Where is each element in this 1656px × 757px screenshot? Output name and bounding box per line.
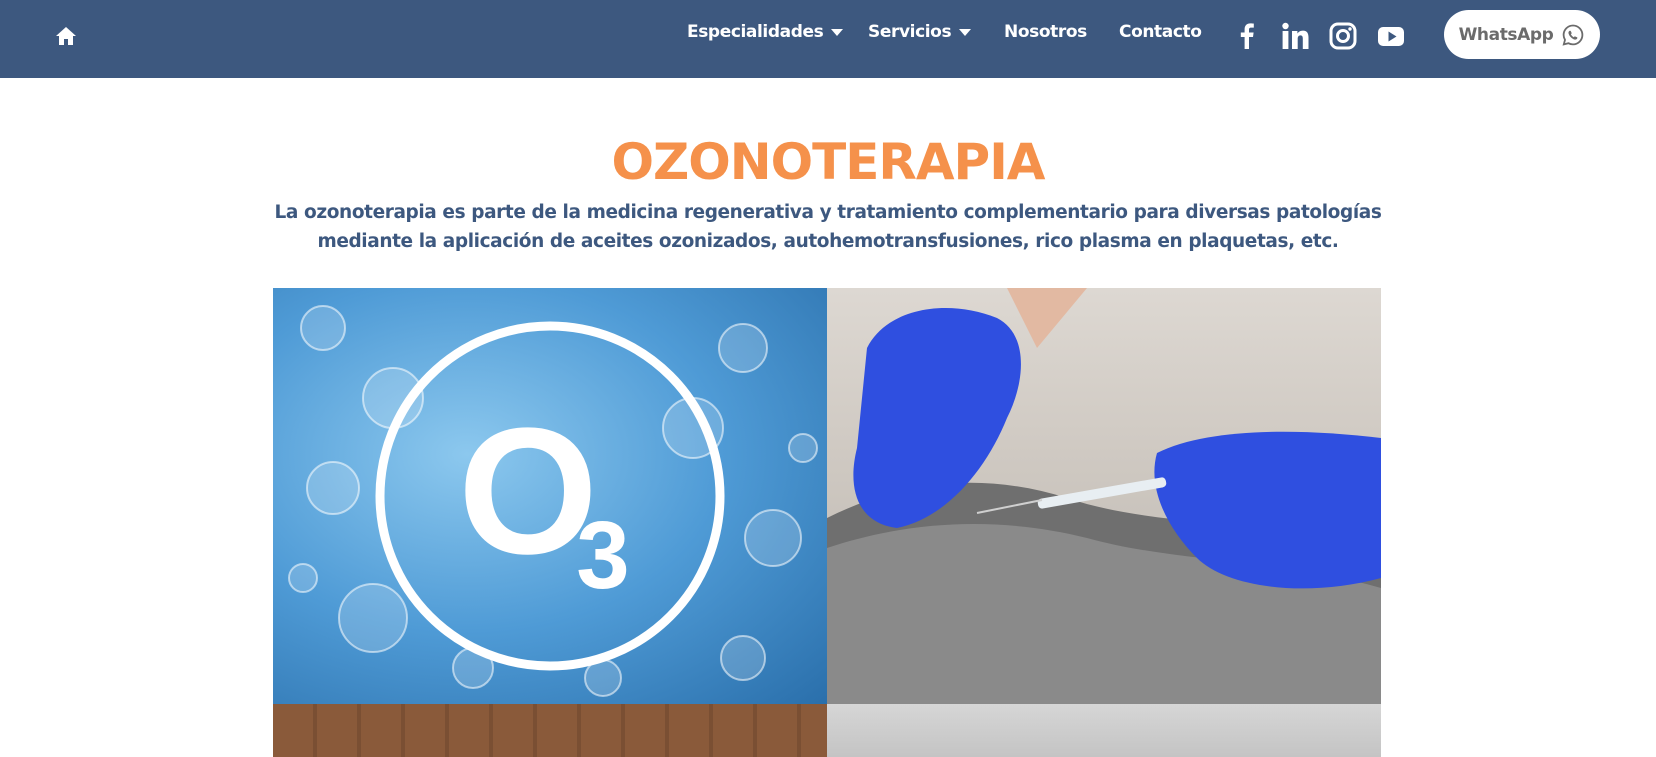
page-title: OZONOTERAPIA <box>611 133 1045 191</box>
nav-servicios-label: Servicios <box>868 22 952 42</box>
gallery-image-bottom-left <box>273 704 827 757</box>
instagram-icon <box>1329 22 1357 50</box>
facebook-link[interactable] <box>1232 21 1262 51</box>
linkedin-link[interactable] <box>1280 21 1310 51</box>
nav-nosotros[interactable]: Nosotros <box>1004 22 1087 48</box>
page-intro: La ozonoterapia es parte de la medicina … <box>274 202 1382 252</box>
gallery-image-bottom-right <box>827 704 1381 757</box>
nav-contacto[interactable]: Contacto <box>1119 22 1202 48</box>
home-icon <box>56 27 76 45</box>
nav-nosotros-label: Nosotros <box>1004 22 1087 42</box>
ozone-subscript: 3 <box>576 502 629 609</box>
vet-injection-illustration <box>827 288 1381 704</box>
youtube-icon <box>1378 27 1404 46</box>
chevron-down-icon <box>959 28 972 36</box>
chevron-down-icon <box>831 28 844 36</box>
home-link[interactable] <box>54 24 78 48</box>
linkedin-icon <box>1282 22 1309 49</box>
nav-servicios[interactable]: Servicios <box>868 22 972 48</box>
nav-especialidades-label: Especialidades <box>687 22 824 42</box>
instagram-link[interactable] <box>1328 21 1358 51</box>
nav-especialidades[interactable]: Especialidades <box>687 22 844 48</box>
whatsapp-icon <box>1562 24 1584 46</box>
ozone-image: O 3 <box>273 288 827 704</box>
whatsapp-button[interactable]: WhatsApp <box>1444 10 1600 59</box>
nav-contacto-label: Contacto <box>1119 22 1202 42</box>
top-navbar: Especialidades Servicios Nosotros Contac… <box>0 0 1656 78</box>
ozone-illustration: O 3 <box>288 305 818 697</box>
vet-injection-image <box>827 288 1381 704</box>
youtube-link[interactable] <box>1376 21 1406 51</box>
facebook-icon <box>1240 23 1254 49</box>
whatsapp-label: WhatsApp <box>1458 24 1554 45</box>
